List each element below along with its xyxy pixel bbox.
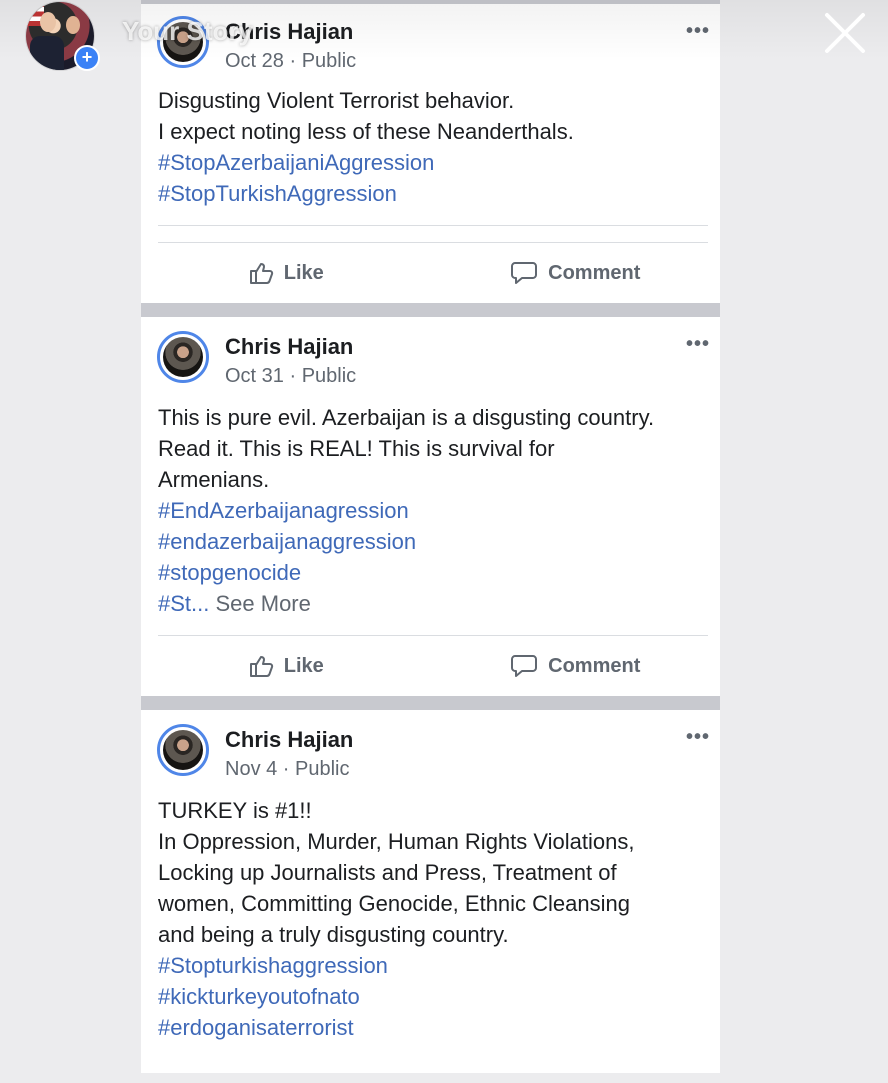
hashtag-link[interactable]: #kickturkeyoutofnato bbox=[158, 981, 703, 1012]
post-date-privacy: Oct 28 · Public bbox=[225, 50, 357, 72]
post-card: Chris Hajian Oct 31 · Public ••• This is… bbox=[141, 317, 720, 696]
author-name[interactable]: Chris Hajian bbox=[225, 727, 353, 753]
post-text: Disgusting Violent Terrorist behavior. I… bbox=[141, 75, 720, 223]
post-text: This is pure evil. Azerbaijan is a disgu… bbox=[141, 390, 720, 635]
hashtag-link[interactable]: #StopAzerbaijaniAggression bbox=[158, 147, 703, 178]
post-actions: Like Comment bbox=[141, 636, 720, 696]
post-line: TURKEY is #1!! bbox=[158, 798, 312, 823]
hashtag-link[interactable]: #St... bbox=[158, 591, 209, 616]
thumbs-up-icon bbox=[249, 656, 273, 677]
profile-photo bbox=[163, 337, 203, 377]
hashtag-link[interactable]: #StopTurkishAggression bbox=[158, 178, 703, 209]
like-label: Like bbox=[283, 654, 324, 677]
post-line: Read it. This is REAL! This is survival … bbox=[158, 436, 555, 461]
hashtag-link[interactable]: #stopgenocide bbox=[158, 557, 703, 588]
post-privacy: Public bbox=[295, 758, 350, 780]
post-meta: Chris Hajian Nov 4 · Public bbox=[225, 724, 353, 783]
post-line: Locking up Journalists and Press, Treatm… bbox=[158, 860, 617, 885]
speech-bubble-icon bbox=[511, 655, 538, 677]
post-meta: Chris Hajian Oct 31 · Public bbox=[225, 331, 356, 390]
post-separator bbox=[141, 696, 720, 710]
comment-button[interactable]: Comment bbox=[431, 259, 721, 287]
post-date-privacy: Nov 4 · Public bbox=[225, 758, 350, 780]
author-name[interactable]: Chris Hajian bbox=[225, 334, 356, 360]
avatar-face bbox=[40, 12, 56, 32]
profile-photo bbox=[163, 730, 203, 770]
more-dots-icon[interactable]: ••• bbox=[686, 333, 710, 356]
comment-button[interactable]: Comment bbox=[431, 652, 721, 680]
see-more-link[interactable]: See More bbox=[215, 591, 310, 616]
avatar-face bbox=[66, 16, 80, 34]
post-line: women, Committing Genocide, Ethnic Clean… bbox=[158, 891, 631, 916]
post-line: and being a truly disgusting country. bbox=[158, 922, 509, 947]
comment-label: Comment bbox=[548, 261, 641, 284]
comment-label: Comment bbox=[548, 654, 641, 677]
like-button[interactable]: Like bbox=[141, 260, 431, 286]
more-dots-icon[interactable]: ••• bbox=[686, 20, 710, 43]
post-separator bbox=[141, 303, 720, 317]
post-header: Chris Hajian Oct 31 · Public ••• bbox=[141, 317, 720, 390]
post-card: Chris Hajian Oct 28 · Public ••• Disgust… bbox=[141, 4, 720, 303]
post-header: Chris Hajian Nov 4 · Public ••• bbox=[141, 710, 720, 783]
post-privacy: Public bbox=[301, 365, 357, 387]
post-line: I expect noting less of these Neandertha… bbox=[158, 119, 574, 144]
post-line: In Oppression, Murder, Human Rights Viol… bbox=[158, 829, 635, 854]
thumbs-up-icon bbox=[249, 263, 273, 284]
post-date[interactable]: Oct 28 bbox=[225, 50, 284, 72]
like-button[interactable]: Like bbox=[141, 653, 431, 679]
news-feed: Chris Hajian Oct 28 · Public ••• Disgust… bbox=[141, 0, 720, 1073]
post-text: TURKEY is #1!! In Oppression, Murder, Hu… bbox=[141, 783, 720, 1073]
hashtag-link[interactable]: #endazerbaijanaggression bbox=[158, 526, 703, 557]
hashtag-link[interactable]: #Stopturkishaggression bbox=[158, 950, 703, 981]
hashtag-link[interactable]: #EndAzerbaijanagression bbox=[158, 495, 703, 526]
post-actions: Like Comment bbox=[141, 243, 720, 303]
post-line: Disgusting Violent Terrorist behavior. bbox=[158, 88, 515, 113]
post-line: Armenians. bbox=[158, 467, 270, 492]
post-date[interactable]: Oct 31 bbox=[225, 365, 284, 387]
post-line: This is pure evil. Azerbaijan is a disgu… bbox=[158, 405, 655, 430]
post-privacy: Public bbox=[301, 50, 357, 72]
like-label: Like bbox=[283, 261, 324, 284]
divider bbox=[158, 225, 708, 226]
post-date[interactable]: Nov 4 bbox=[225, 758, 277, 780]
hashtag-link[interactable]: #erdoganisaterrorist bbox=[158, 1012, 703, 1043]
add-story-icon[interactable]: + bbox=[74, 45, 100, 71]
author-avatar[interactable] bbox=[157, 724, 209, 776]
post-card: Chris Hajian Nov 4 · Public ••• TURKEY i… bbox=[141, 710, 720, 1073]
avatar-figure bbox=[30, 36, 64, 70]
story-title: Your Story bbox=[122, 16, 253, 46]
close-icon[interactable] bbox=[820, 8, 870, 58]
truncated-line: #St... See More bbox=[158, 588, 703, 619]
author-avatar[interactable] bbox=[157, 331, 209, 383]
speech-bubble-icon bbox=[511, 262, 538, 284]
more-dots-icon[interactable]: ••• bbox=[686, 726, 710, 749]
post-date-privacy: Oct 31 · Public bbox=[225, 365, 357, 387]
